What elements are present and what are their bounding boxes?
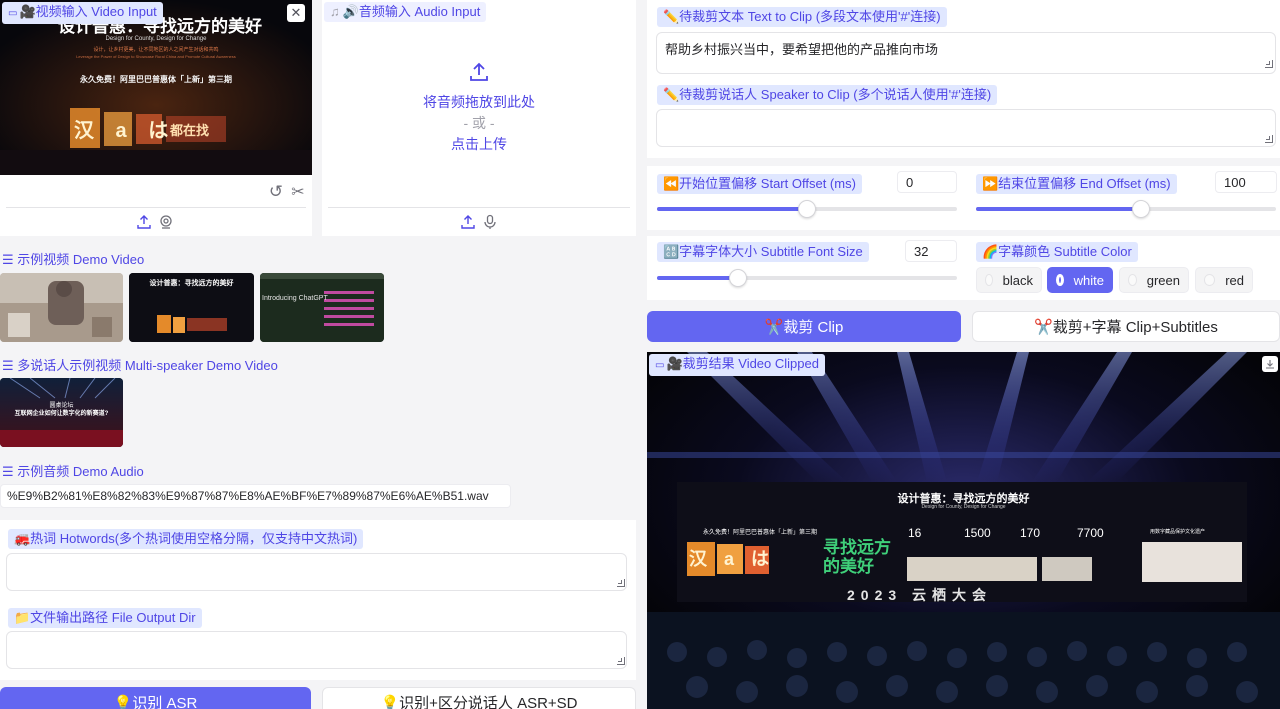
slide-line-cn: 设计，让乡村更美，让不同地区的人之间产生对话和共鸣: [93, 47, 219, 53]
font-size-input[interactable]: 32: [905, 240, 957, 262]
demo-audio-file[interactable]: %E9%B2%81%E8%82%83%E9%87%87%E8%AE%BF%E7%…: [0, 484, 511, 508]
clip-subtitles-button[interactable]: ✂️裁剪+字幕 Clip+Subtitles: [972, 311, 1280, 342]
video-input-panel: 设计普惠：寻找远方的美好 Design for County, Design f…: [0, 0, 312, 236]
font-size-fill: [657, 276, 738, 280]
multi-speaker-demo-title: ☰ 多说话人示例视频 Multi-speaker Demo Video: [2, 358, 278, 373]
clip-text-panel: ✏️待裁剪文本 Text to Clip (多段文本使用'#'连接) 帮助乡村振…: [647, 0, 1280, 158]
stage-stat-4: 7700: [1077, 526, 1104, 540]
font-size-label: 🔠字幕字体大小 Subtitle Font Size: [657, 242, 869, 262]
demo-video-title: ☰ 示例视频 Demo Video: [2, 252, 145, 267]
asr-sd-button[interactable]: 💡识别+区分说话人 ASR+SD: [322, 687, 636, 709]
video-input-label: ▭ 🎥视频输入 Video Input: [2, 2, 163, 24]
stage-chars: 汉 a は: [689, 549, 776, 569]
video-camera-icon: ▭: [655, 360, 665, 371]
output-dir-panel: 📁文件输出路径 File Output Dir: [0, 600, 636, 680]
download-icon[interactable]: [1262, 356, 1278, 372]
end-offset-thumb[interactable]: [1132, 200, 1150, 218]
font-size-slider[interactable]: [657, 269, 957, 287]
hotwords-label: 🚒热词 Hotwords(多个热词使用空格分隔，仅支持中文热词): [8, 529, 364, 549]
video-camera-icon: ▭: [8, 8, 18, 19]
slide-event: 永久免费！阿里巴巴普惠体「上新」第三期: [80, 75, 232, 84]
demo-thumb-3-title: Introducing ChatGPT: [262, 295, 328, 302]
slide-line-en: Leverage the Power of Design to Showcase…: [76, 54, 236, 59]
slide-chars-2: 都在找: [170, 123, 210, 138]
undo-icon[interactable]: ↺: [266, 182, 286, 202]
slide-chars: 汉 a は: [74, 120, 177, 142]
clip-button[interactable]: ✂️裁剪 Clip: [647, 311, 961, 342]
demo-video-thumb-2[interactable]: 设计普惠：寻找远方的美好: [129, 273, 254, 342]
stage-green-title: 寻找远方的美好: [823, 538, 891, 576]
stage-stat-2: 1500: [964, 526, 991, 540]
start-offset-label: ⏪开始位置偏移 Start Offset (ms): [657, 174, 862, 194]
scissors-icon[interactable]: ✂: [288, 182, 308, 202]
video-preview[interactable]: 设计普惠：寻找远方的美好 Design for County, Design f…: [0, 0, 312, 175]
audio-divider: [328, 207, 630, 208]
end-offset-fill: [976, 207, 1141, 211]
end-offset-slider[interactable]: [976, 200, 1276, 218]
stage-subtitle: Design for County, Design for Change: [921, 504, 1006, 510]
start-offset-input[interactable]: 0: [897, 171, 957, 193]
video-divider: [6, 207, 306, 208]
color-option-green[interactable]: green: [1119, 267, 1189, 293]
font-size-thumb[interactable]: [729, 269, 747, 287]
stage-event: 永久免费！阿里巴巴普惠体「上新」第三期: [703, 530, 818, 536]
resize-grip-icon[interactable]: [1265, 60, 1273, 68]
clip-text-input[interactable]: 帮助乡村振兴当中，要希望把他的产品推向市场: [656, 32, 1276, 74]
start-offset-slider[interactable]: [657, 200, 957, 218]
end-offset-input[interactable]: 100: [1215, 171, 1277, 193]
microphone-icon[interactable]: [480, 212, 500, 232]
stage-stat-1: 16: [908, 526, 922, 540]
color-option-red[interactable]: red: [1195, 267, 1253, 293]
upload-icon: [467, 60, 491, 84]
resize-grip-icon[interactable]: [617, 579, 625, 587]
subtitle-panel: 🔠字幕字体大小 Subtitle Font Size 32 🌈字幕颜色 Subt…: [647, 236, 1280, 300]
multi-thumb-line-2: 互联网企业如何让数字化的新赛道?: [14, 411, 109, 417]
slide-subtitle: Design for County, Design for Change: [105, 36, 207, 42]
music-note-icon: ♫: [330, 4, 340, 19]
resize-grip-icon[interactable]: [617, 657, 625, 665]
hotwords-panel: 🚒热词 Hotwords(多个热词使用空格分隔，仅支持中文热词): [0, 520, 636, 600]
video-clipped-panel: 设计普惠：寻找远方的美好 Design for County, Design f…: [647, 352, 1280, 709]
audio-drop-zone[interactable]: 将音频拖放到此处 - 或 - 点击上传: [322, 24, 636, 204]
audio-input-label: ♫ 🔊音频输入 Audio Input: [324, 2, 487, 22]
color-option-white[interactable]: white: [1047, 267, 1113, 293]
hotwords-input[interactable]: [6, 553, 627, 591]
stage-bottom-text: 2023 云栖大会: [847, 587, 993, 603]
stage-stat-3: 170: [1020, 526, 1041, 540]
end-offset-label: ⏩结束位置偏移 End Offset (ms): [976, 174, 1177, 194]
or-text: - 或 -: [463, 115, 495, 131]
drop-text: 将音频拖放到此处: [423, 94, 535, 110]
audio-input-panel: ♫ 🔊音频输入 Audio Input 将音频拖放到此处 - 或 - 点击上传: [322, 0, 636, 236]
clip-speaker-label: ✏️待裁剪说话人 Speaker to Clip (多个说话人使用'#'连接): [657, 85, 998, 105]
demo-thumb-2-title: 设计普惠：寻找远方的美好: [149, 280, 234, 287]
click-upload-text: 点击上传: [451, 136, 507, 152]
webcam-icon[interactable]: [156, 212, 176, 232]
demo-video-thumb-1[interactable]: [0, 273, 123, 342]
color-option-black[interactable]: black: [976, 267, 1042, 293]
upload-icon[interactable]: [458, 212, 478, 232]
multi-speaker-thumb[interactable]: 圆桌论坛 互联网企业如何让数字化的新赛道?: [0, 378, 123, 447]
resize-grip-icon[interactable]: [1265, 135, 1273, 143]
offsets-panel: ⏪开始位置偏移 Start Offset (ms) 0 ⏩结束位置偏移 End …: [647, 166, 1280, 230]
clip-text-label: ✏️待裁剪文本 Text to Clip (多段文本使用'#'连接): [657, 7, 947, 27]
start-offset-fill: [657, 207, 807, 211]
upload-icon[interactable]: [134, 212, 154, 232]
subtitle-color-label: 🌈字幕颜色 Subtitle Color: [976, 242, 1138, 262]
stage-right-text: 用数字藏品保护文化遗产: [1150, 529, 1206, 535]
output-dir-input[interactable]: [6, 631, 627, 669]
output-dir-label: 📁文件输出路径 File Output Dir: [8, 608, 202, 628]
clip-speaker-input[interactable]: [656, 109, 1276, 147]
start-offset-thumb[interactable]: [798, 200, 816, 218]
demo-audio-title: ☰ 示例音频 Demo Audio: [2, 464, 144, 479]
asr-button[interactable]: 💡识别 ASR: [0, 687, 311, 709]
demo-video-thumb-3[interactable]: Introducing ChatGPT: [260, 273, 384, 342]
video-clipped-label: ▭ 🎥裁剪结果 Video Clipped: [649, 354, 825, 376]
close-icon[interactable]: ✕: [287, 4, 305, 22]
